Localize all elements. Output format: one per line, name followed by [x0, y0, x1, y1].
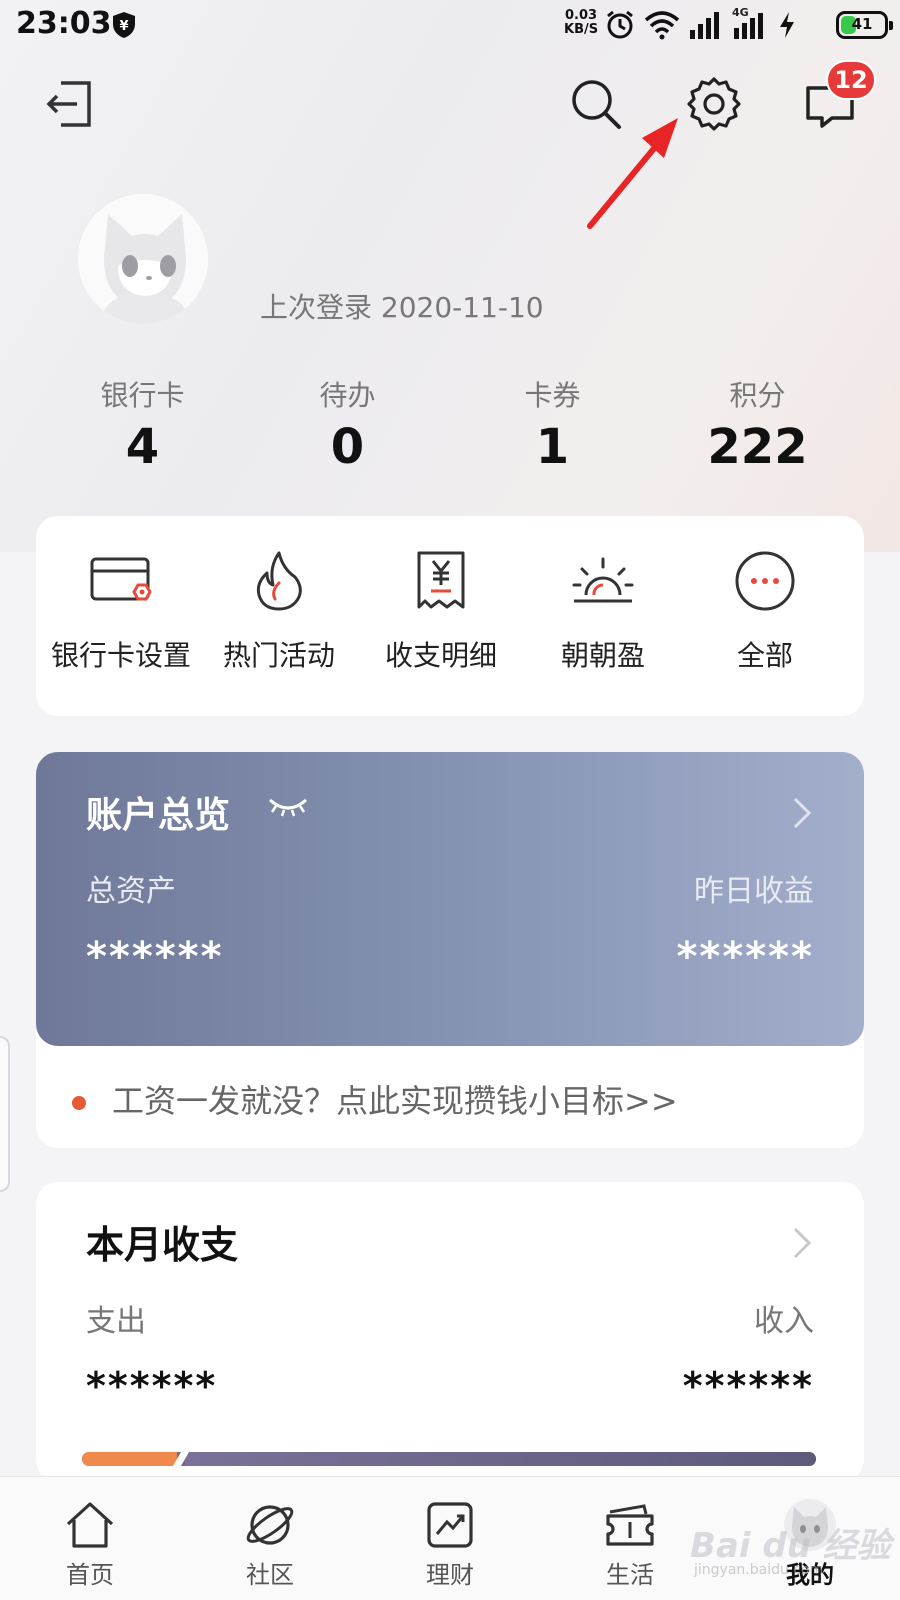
battery-indicator: 41: [836, 11, 893, 39]
side-drawer-handle[interactable]: [0, 1036, 10, 1192]
shield-icon: ¥: [113, 12, 135, 38]
logout-icon: [46, 81, 91, 127]
nav-label: 社区: [246, 1561, 294, 1589]
income-label: 收入: [754, 1304, 814, 1339]
promo-text[interactable]: 工资一发就没？点此实现攒钱小目标>>: [112, 1076, 678, 1122]
search-button[interactable]: [564, 72, 628, 136]
account-overview-card[interactable]: 账户总览 总资产 昨日收益 ****** ******: [36, 752, 864, 1046]
logout-button[interactable]: [38, 72, 102, 136]
alarm-icon: [607, 10, 633, 39]
receipt-icon: [417, 551, 465, 609]
stat-value: 222: [707, 419, 808, 475]
quick-item-zhaozhaoying[interactable]: 朝朝盈: [518, 548, 688, 674]
stat-label: 积分: [729, 379, 786, 412]
battery-tip: [889, 21, 893, 30]
quick-item-bank-card-settings[interactable]: 银行卡设置: [36, 548, 206, 674]
monthly-title: 本月收支: [86, 1223, 239, 1267]
stat-value: 4: [125, 419, 160, 475]
nav-label: 首页: [66, 1561, 114, 1589]
income-expense-bar: [82, 1452, 816, 1466]
promo-dot: [72, 1096, 86, 1110]
nav-home[interactable]: 首页: [0, 1477, 180, 1600]
stat-todo[interactable]: 待办 0: [245, 372, 450, 476]
home-icon: [66, 1502, 114, 1548]
total-assets-value: ******: [86, 934, 224, 980]
more-icon: [735, 551, 795, 611]
stat-label: 银行卡: [100, 379, 185, 412]
yesterday-income-value: ******: [676, 934, 814, 980]
nav-community[interactable]: 社区: [180, 1477, 360, 1600]
search-icon: [572, 80, 621, 129]
expense-value: ******: [86, 1364, 218, 1408]
income-bar-segment: [185, 1452, 816, 1466]
expense-bar-segment: [82, 1452, 178, 1466]
bank-card-settings-icon: [90, 557, 152, 601]
quick-menu-card: 银行卡设置 热门活动 收支明细 朝朝盈 全部: [36, 516, 864, 716]
flame-icon: [256, 551, 302, 611]
quick-item-label: 热门活动: [222, 639, 335, 672]
network-speed: 0.03 KB/S: [564, 8, 599, 37]
quick-item-all[interactable]: 全部: [680, 548, 850, 674]
ticket-icon: [606, 1504, 654, 1546]
stat-points[interactable]: 积分 222: [655, 372, 860, 476]
last-login-text: 上次登录 2020-11-10: [260, 291, 544, 324]
stat-value: 1: [535, 419, 570, 475]
monthly-summary-card[interactable]: 本月收支 支出 收入 ****** ******: [36, 1182, 864, 1482]
settings-button[interactable]: [682, 72, 746, 136]
nav-wealth[interactable]: 理财: [360, 1477, 540, 1600]
stat-bank-cards[interactable]: 银行卡 4: [40, 372, 245, 476]
quick-item-transactions[interactable]: 收支明细: [356, 548, 526, 674]
quick-item-label: 朝朝盈: [560, 639, 645, 672]
profile-stats: 银行卡 4 待办 0 卡券 1 积分 222: [40, 372, 860, 476]
signal-4g: 4G: [732, 6, 770, 40]
sunrise-icon: [572, 557, 634, 603]
charging-icon: [780, 12, 794, 38]
message-count-badge: 12: [826, 60, 876, 100]
battery-level: 41: [851, 15, 873, 33]
watermark-url: jingyan.baidu.com: [694, 1562, 824, 1578]
eye-hidden-icon[interactable]: [268, 796, 308, 818]
expense-label: 支出: [86, 1304, 146, 1339]
avatar[interactable]: [76, 192, 210, 326]
stat-label: 卡券: [524, 379, 581, 412]
status-icons: 4G: [604, 6, 796, 42]
quick-item-label: 银行卡设置: [50, 639, 191, 672]
status-time: 23:03: [16, 6, 112, 41]
watermark-brand: Bai du 经验: [690, 1526, 891, 1566]
quick-item-label: 全部: [736, 639, 793, 672]
income-value: ******: [682, 1364, 814, 1408]
yesterday-income-label: 昨日收益: [694, 874, 814, 909]
stat-label: 待办: [319, 379, 376, 412]
planet-icon: [246, 1505, 294, 1545]
quick-item-label: 收支明细: [384, 639, 497, 672]
gear-icon: [687, 77, 741, 131]
chevron-right-icon[interactable]: [792, 1226, 812, 1260]
promo-banner[interactable]: 工资一发就没？点此实现攒钱小目标>>: [36, 1060, 864, 1136]
signal-4g-icon: [734, 13, 763, 39]
account-title: 账户总览: [86, 795, 231, 836]
cat-avatar-icon: [78, 194, 208, 324]
quick-item-hot-activities[interactable]: 热门活动: [194, 548, 364, 674]
nav-label: 理财: [426, 1561, 474, 1589]
chevron-right-icon[interactable]: [792, 796, 812, 830]
wifi-icon: [644, 11, 680, 40]
status-bar: 23:03 ¥ 0.03 KB/S 4G 41: [0, 0, 900, 50]
stat-coupons[interactable]: 卡券 1: [450, 372, 655, 476]
svg-text:¥: ¥: [119, 19, 128, 34]
chart-icon: [427, 1502, 473, 1548]
stat-value: 0: [330, 419, 365, 475]
signal-icon: [690, 12, 719, 39]
total-assets-label: 总资产: [86, 874, 176, 909]
